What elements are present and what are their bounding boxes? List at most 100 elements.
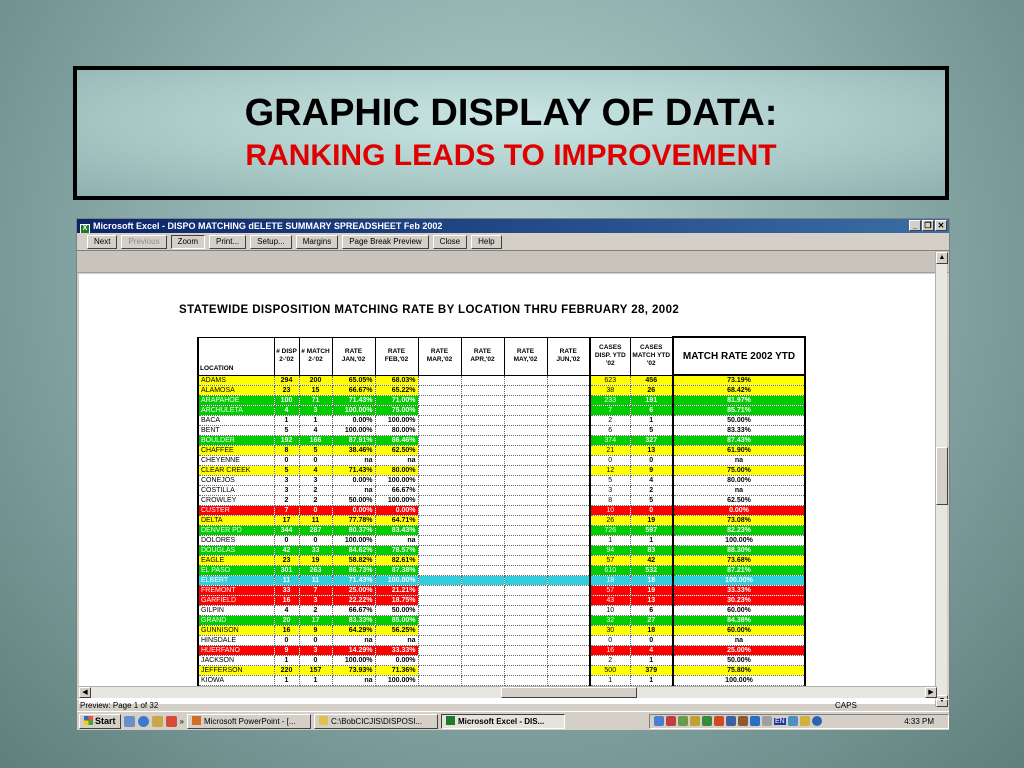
- start-button[interactable]: Start: [79, 713, 121, 729]
- table-row: GRAND 20 17 83.33% 85.00% 32 27 84.38%: [197, 615, 806, 626]
- previous-button[interactable]: Previous: [121, 234, 167, 249]
- rate-jan-cell: na: [331, 635, 376, 646]
- rate-jan-cell: 83.33%: [331, 615, 376, 626]
- rate-jun-cell: [546, 445, 591, 456]
- header-cases-match: CASES MATCH YTD '02: [629, 336, 674, 376]
- tray-network-icon[interactable]: [654, 716, 664, 726]
- cases-disp-cell: 726: [589, 525, 631, 536]
- rate-apr-cell: [460, 505, 505, 516]
- table-row: DELTA 17 11 77.78% 64.71% 26 19 73.08%: [197, 515, 806, 526]
- tray-acrobat-icon[interactable]: [714, 716, 724, 726]
- rate-feb-cell: 0.00%: [374, 505, 419, 516]
- cases-match-cell: 0: [629, 455, 674, 466]
- match-cell: 0: [298, 505, 333, 516]
- rate-jun-cell: [546, 655, 591, 666]
- outlook-icon[interactable]: [151, 715, 163, 727]
- close-button[interactable]: Close: [432, 234, 468, 249]
- disp-cell: 8: [273, 445, 300, 456]
- rate-feb-cell: 64.71%: [374, 515, 419, 526]
- cases-match-cell: 1: [629, 535, 674, 546]
- rate-apr-cell: [460, 395, 505, 406]
- zoom-button[interactable]: Zoom: [170, 234, 206, 249]
- show-desktop-icon[interactable]: [123, 715, 135, 727]
- vertical-scrollbar[interactable]: ▲ ▼: [935, 252, 948, 707]
- cases-disp-cell: 16: [589, 645, 631, 656]
- match-cell: 4: [298, 465, 333, 476]
- ytd-rate-cell: 100.00%: [672, 675, 806, 686]
- rate-mar-cell: [417, 515, 462, 526]
- close-window-button[interactable]: ✕: [935, 220, 947, 231]
- match-cell: 9: [298, 625, 333, 636]
- location-cell: EAGLE: [197, 555, 275, 566]
- scroll-up-icon[interactable]: ▲: [936, 252, 948, 264]
- rate-mar-cell: [417, 665, 462, 676]
- ytd-rate-cell: 50.00%: [672, 415, 806, 426]
- task-powerpoint[interactable]: Microsoft PowerPoint - [...: [186, 713, 311, 729]
- media-icon[interactable]: [165, 715, 177, 727]
- status-bar: Preview: Page 1 of 32 CAPS: [77, 699, 949, 711]
- rate-mar-cell: [417, 525, 462, 536]
- tray-update-icon[interactable]: [811, 716, 822, 726]
- tray-signal-icon[interactable]: [762, 716, 772, 726]
- setup-button[interactable]: Setup...: [250, 234, 292, 249]
- rate-may-cell: [503, 675, 548, 686]
- match-cell: 1: [298, 415, 333, 426]
- rate-apr-cell: [460, 385, 505, 396]
- rate-apr-cell: [460, 675, 505, 686]
- horizontal-scroll-thumb[interactable]: [501, 687, 637, 698]
- rate-mar-cell: [417, 545, 462, 556]
- rate-jan-cell: 71.43%: [331, 395, 376, 406]
- help-button[interactable]: Help: [471, 234, 502, 249]
- window-titlebar[interactable]: X Microsoft Excel - DISPO MATCHING dELETE…: [77, 219, 949, 233]
- tray-language-indicator[interactable]: EN: [774, 717, 786, 725]
- rate-jan-cell: 100.00%: [331, 425, 376, 436]
- table-row: ARCHULETA 4 3 100.00% 75.00% 7 6 85.71%: [197, 405, 806, 416]
- rate-may-cell: [503, 665, 548, 676]
- rate-feb-cell: 87.38%: [374, 565, 419, 576]
- rate-may-cell: [503, 575, 548, 586]
- report-table: LOCATION # DISP 2-'02 # MATCH 2-'02 RATE…: [197, 336, 806, 696]
- cases-match-cell: 327: [629, 435, 674, 446]
- rate-may-cell: [503, 515, 548, 526]
- scroll-left-icon[interactable]: ◀: [79, 687, 91, 698]
- rate-may-cell: [503, 395, 548, 406]
- restore-button[interactable]: ❐: [922, 220, 934, 231]
- rate-apr-cell: [460, 625, 505, 636]
- internet-explorer-icon[interactable]: [137, 715, 149, 727]
- tray-sync-icon[interactable]: [787, 716, 798, 726]
- cases-disp-cell: 2: [589, 655, 631, 666]
- quick-launch-more-icon[interactable]: »: [180, 717, 184, 726]
- start-label: Start: [95, 715, 116, 726]
- rate-apr-cell: [460, 495, 505, 506]
- tray-printer-icon[interactable]: [678, 716, 688, 726]
- horizontal-scrollbar[interactable]: ◀ ▶: [79, 686, 937, 698]
- rate-feb-cell: 100.00%: [374, 495, 419, 506]
- tray-volume-icon[interactable]: [690, 716, 700, 726]
- task-explorer[interactable]: C:\BobCICJIS\DISPOSI...: [313, 713, 438, 729]
- rate-mar-cell: [417, 565, 462, 576]
- tray-power-icon[interactable]: [738, 716, 748, 726]
- scroll-right-icon[interactable]: ▶: [925, 687, 937, 698]
- margins-button[interactable]: Margins: [295, 234, 339, 249]
- cases-match-cell: 83: [629, 545, 674, 556]
- print-button[interactable]: Print...: [209, 234, 247, 249]
- tray-display-icon[interactable]: [726, 716, 736, 726]
- cases-match-cell: 5: [629, 425, 674, 436]
- page-break-preview-button[interactable]: Page Break Preview: [342, 234, 429, 249]
- tray-antivirus-icon[interactable]: [666, 716, 676, 726]
- tray-connection-icon[interactable]: [750, 716, 760, 726]
- vertical-scroll-thumb[interactable]: [936, 447, 948, 505]
- tray-warning-icon[interactable]: [799, 716, 810, 726]
- cases-disp-cell: 32: [589, 615, 631, 626]
- rate-apr-cell: [460, 475, 505, 486]
- tray-app-icon[interactable]: [702, 716, 712, 726]
- rate-may-cell: [503, 495, 548, 506]
- task-excel[interactable]: Microsoft Excel - DIS...: [440, 713, 565, 729]
- table-row: CROWLEY 2 2 50.00% 100.00% 8 5 62.50%: [197, 495, 806, 506]
- rate-jan-cell: 73.93%: [331, 665, 376, 676]
- cases-disp-cell: 30: [589, 625, 631, 636]
- ytd-rate-cell: 30.23%: [672, 595, 806, 606]
- next-button[interactable]: Next: [87, 234, 118, 249]
- table-header-row: LOCATION # DISP 2-'02 # MATCH 2-'02 RATE…: [197, 336, 806, 376]
- minimize-button[interactable]: _: [909, 220, 921, 231]
